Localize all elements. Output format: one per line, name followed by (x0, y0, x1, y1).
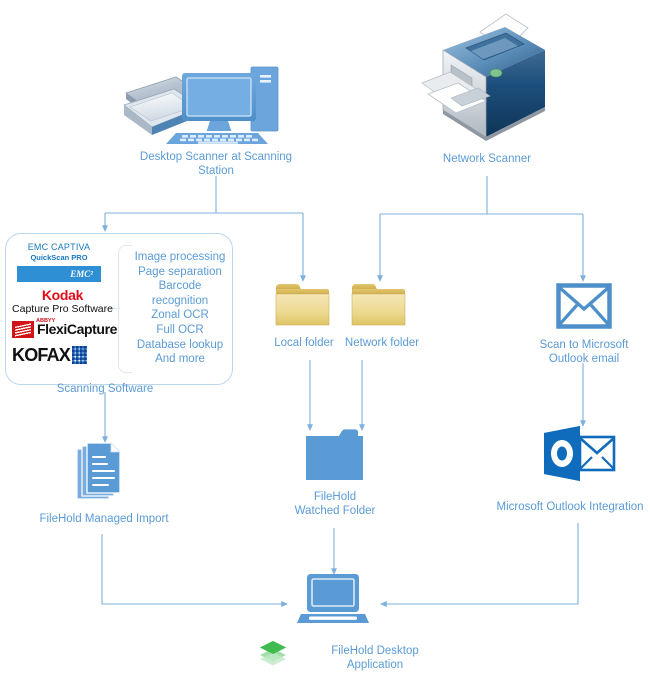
network-folder-label: Network folder (344, 337, 420, 349)
local-folder-label: Local folder (274, 337, 334, 349)
feature-item: Image processing (134, 251, 226, 263)
kofax-wordmark: KOFAX (12, 344, 71, 365)
scanning-software-label: Scanning Software (56, 383, 154, 395)
filehold-layers-logo (258, 640, 288, 666)
feature-item: recognition (151, 294, 209, 307)
emc-captiva-logo: EMC CAPTIVA QuickScan PRO (17, 240, 101, 264)
laptop-icon (297, 572, 369, 628)
feature-item: Barcode (158, 280, 202, 293)
diagram-canvas: Desktop Scanner at Scanning Station Netw… (0, 0, 650, 679)
desktop-scanner-and-computer-icon (120, 45, 300, 145)
emc-captiva-line1: EMC CAPTIVA (27, 242, 91, 252)
emc-captiva-line2: QuickScan PRO (30, 253, 88, 262)
kodak-product-name: Capture Pro Software (12, 303, 113, 315)
feature-item: Zonal OCR (151, 309, 209, 322)
filehold-managed-import-label: FileHold Managed Import (39, 513, 169, 525)
microsoft-outlook-integration-label: Microsoft Outlook Integration (496, 501, 644, 513)
filehold-watched-folder-icon (303, 428, 367, 484)
kofax-grid-icon (72, 346, 88, 364)
network-folder-icon (350, 279, 410, 331)
documents-stack-icon (74, 440, 134, 504)
filehold-watched-folder-label: FileHold Watched Folder (294, 491, 376, 517)
abbyy-mark-icon (12, 320, 34, 338)
network-scanner-printer-icon (410, 10, 570, 155)
kodak-wordmark: Kodak (41, 287, 84, 303)
kodak-capture-pro-logo: Kodak Capture Pro Software (10, 287, 115, 316)
feature-item: Page separation (138, 265, 222, 278)
desktop-scanner-label: Desktop Scanner at Scanning Station (139, 151, 293, 177)
filehold-desktop-application-label: FileHold Desktop Application (331, 645, 419, 671)
kofax-logo: KOFAX (12, 344, 120, 366)
scanning-software-feature-list: Image processing Page separation Barcode… (130, 250, 230, 367)
network-scanner-label: Network Scanner (442, 153, 532, 165)
microsoft-outlook-icon (542, 424, 616, 484)
abbyy-flexicapture-logo: ABBYY FlexiCapture (12, 318, 117, 338)
abbyy-wordmark: ABBYY (36, 318, 56, 324)
scan-to-outlook-email-label: Scan to Microsoft Outlook email (539, 339, 629, 365)
feature-item: And more (155, 353, 205, 366)
emc-badge: EMC² (17, 266, 101, 282)
feature-item: Database lookup (136, 338, 224, 351)
local-folder-icon (274, 279, 334, 331)
feature-item: Full OCR (156, 323, 204, 336)
envelope-icon (556, 283, 612, 329)
